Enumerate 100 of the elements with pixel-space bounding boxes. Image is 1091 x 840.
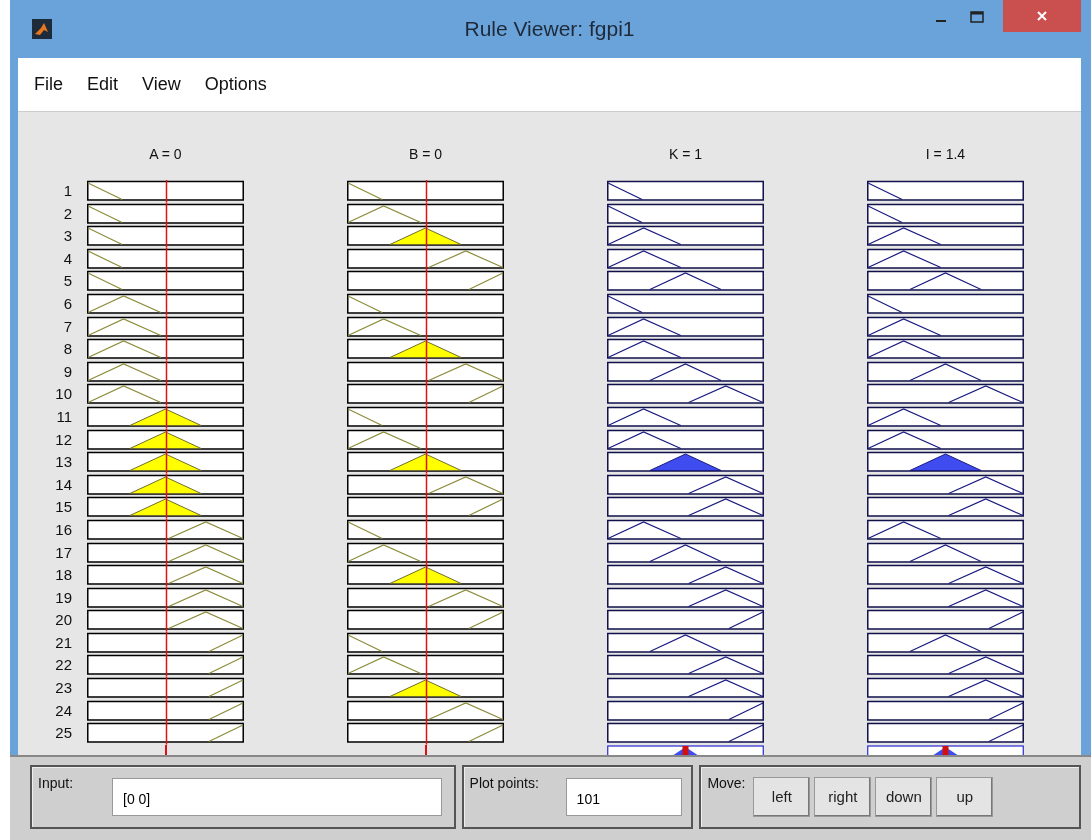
membership-plot[interactable] <box>87 473 244 497</box>
membership-plot[interactable] <box>347 180 504 203</box>
membership-plot[interactable] <box>87 383 244 406</box>
membership-plot[interactable] <box>347 722 504 745</box>
membership-plot[interactable] <box>87 609 244 632</box>
membership-plot[interactable] <box>87 654 244 678</box>
membership-plot[interactable] <box>607 564 764 587</box>
membership-plot[interactable] <box>867 292 1024 316</box>
membership-plot[interactable] <box>87 338 244 361</box>
membership-plot[interactable] <box>347 270 504 293</box>
membership-plot[interactable] <box>867 451 1024 474</box>
membership-plot[interactable] <box>607 292 764 316</box>
membership-plot[interactable] <box>87 451 244 474</box>
membership-plot[interactable] <box>607 699 764 723</box>
plot-points-field[interactable]: 101 <box>565 777 682 816</box>
membership-plot[interactable] <box>607 247 764 271</box>
membership-plot[interactable] <box>87 202 244 226</box>
move-button[interactable]: down <box>875 776 933 817</box>
membership-plot[interactable] <box>867 315 1024 339</box>
membership-plot[interactable] <box>607 315 764 339</box>
membership-plot[interactable] <box>347 247 504 271</box>
membership-plot[interactable] <box>87 699 244 723</box>
membership-plot[interactable] <box>867 225 1024 248</box>
membership-plot[interactable] <box>347 315 504 339</box>
membership-plot[interactable] <box>87 564 244 587</box>
membership-plot[interactable] <box>347 496 504 519</box>
membership-plot[interactable] <box>867 631 1024 655</box>
membership-plot[interactable] <box>867 270 1024 293</box>
membership-plot[interactable] <box>347 654 504 678</box>
membership-plot[interactable] <box>87 180 244 203</box>
membership-plot[interactable] <box>87 247 244 271</box>
membership-plot[interactable] <box>347 518 504 542</box>
membership-plot[interactable] <box>607 360 764 384</box>
membership-plot[interactable] <box>867 654 1024 678</box>
membership-plot[interactable] <box>347 338 504 361</box>
membership-plot[interactable] <box>347 383 504 406</box>
membership-plot[interactable] <box>607 202 764 226</box>
membership-plot[interactable] <box>607 473 764 497</box>
input-field[interactable]: [0 0] <box>112 777 442 816</box>
membership-plot[interactable] <box>607 225 764 248</box>
membership-plot[interactable] <box>347 451 504 474</box>
membership-plot[interactable] <box>607 586 764 610</box>
membership-plot[interactable] <box>347 360 504 384</box>
membership-plot[interactable] <box>87 270 244 293</box>
membership-plot[interactable] <box>347 473 504 497</box>
membership-plot[interactable] <box>607 609 764 632</box>
membership-plot[interactable] <box>867 586 1024 610</box>
membership-plot[interactable] <box>607 270 764 293</box>
membership-plot[interactable] <box>87 496 244 519</box>
membership-plot[interactable] <box>87 677 244 700</box>
membership-plot[interactable] <box>867 518 1024 542</box>
menu-item[interactable]: Options <box>192 74 279 95</box>
membership-plot[interactable] <box>867 541 1024 565</box>
membership-plot[interactable] <box>867 609 1024 632</box>
membership-plot[interactable] <box>87 586 244 610</box>
membership-plot[interactable] <box>607 541 764 565</box>
membership-plot[interactable] <box>867 180 1024 203</box>
membership-plot[interactable] <box>87 428 244 452</box>
menu-item[interactable]: Edit <box>75 74 131 95</box>
membership-plot[interactable] <box>347 564 504 587</box>
membership-plot[interactable] <box>607 428 764 452</box>
membership-plot[interactable] <box>347 292 504 316</box>
membership-plot[interactable] <box>347 202 504 226</box>
membership-plot[interactable] <box>867 428 1024 452</box>
membership-plot[interactable] <box>87 722 244 745</box>
membership-plot[interactable] <box>607 451 764 474</box>
move-button[interactable]: left <box>753 776 811 817</box>
membership-plot[interactable] <box>347 677 504 700</box>
membership-plot[interactable] <box>607 518 764 542</box>
membership-plot[interactable] <box>867 473 1024 497</box>
membership-plot[interactable] <box>867 338 1024 361</box>
membership-plot[interactable] <box>87 631 244 655</box>
membership-plot[interactable] <box>867 677 1024 700</box>
membership-plot[interactable] <box>867 202 1024 226</box>
membership-plot[interactable] <box>87 315 244 339</box>
membership-plot[interactable] <box>607 383 764 406</box>
membership-plot[interactable] <box>607 677 764 700</box>
membership-plot[interactable] <box>867 383 1024 406</box>
membership-plot[interactable] <box>347 699 504 723</box>
move-button[interactable]: right <box>814 776 872 817</box>
membership-plot[interactable] <box>867 247 1024 271</box>
membership-plot[interactable] <box>347 405 504 429</box>
membership-plot[interactable] <box>347 225 504 248</box>
membership-plot[interactable] <box>607 405 764 429</box>
membership-plot[interactable] <box>607 631 764 655</box>
menu-item[interactable]: File <box>22 74 75 95</box>
membership-plot[interactable] <box>867 699 1024 723</box>
membership-plot[interactable] <box>867 564 1024 587</box>
membership-plot[interactable] <box>607 654 764 678</box>
membership-plot[interactable] <box>87 225 244 248</box>
membership-plot[interactable] <box>87 292 244 316</box>
membership-plot[interactable] <box>347 428 504 452</box>
membership-plot[interactable] <box>607 338 764 361</box>
membership-plot[interactable] <box>87 518 244 542</box>
menu-item[interactable]: View <box>130 74 193 95</box>
membership-plot[interactable] <box>87 360 244 384</box>
membership-plot[interactable] <box>347 541 504 565</box>
move-button[interactable]: up <box>936 776 994 817</box>
membership-plot[interactable] <box>867 496 1024 519</box>
membership-plot[interactable] <box>867 405 1024 429</box>
